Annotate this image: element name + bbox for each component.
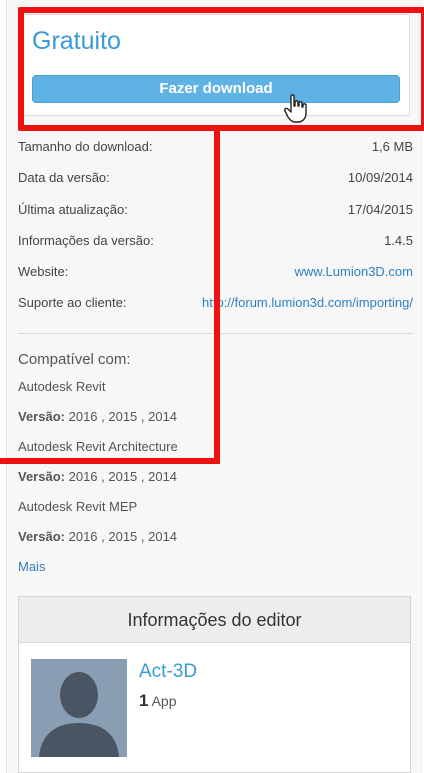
pricing-card: Gratuito Fazer download (20, 14, 410, 116)
version-list: 2016 , 2015 , 2014 (68, 469, 178, 484)
compat-product-versions: Versão: 2016 , 2015 , 2014 (18, 469, 177, 484)
detail-label: Data da versão: (18, 170, 110, 185)
detail-row-support: Suporte ao cliente: http://forum.lumion3… (18, 295, 413, 315)
version-label: Versão: (18, 409, 65, 424)
detail-row-version-date: Data da versão: 10/09/2014 (18, 170, 413, 190)
website-link[interactable]: www.Lumion3D.com (295, 264, 414, 279)
more-link[interactable]: Mais (18, 559, 45, 574)
compatibility-title: Compatível com: (18, 351, 131, 368)
detail-row-version-info: Informações da versão: 1.4.5 (18, 233, 413, 253)
editor-avatar[interactable] (31, 659, 127, 757)
detail-label: Última atualização: (18, 202, 128, 217)
support-link[interactable]: http://forum.lumion3d.com/importing/ (202, 295, 413, 310)
detail-row-last-update: Última atualização: 17/04/2015 (18, 202, 413, 222)
price-label: Gratuito (32, 27, 121, 55)
version-label: Versão: (18, 469, 65, 484)
compat-product-name: Autodesk Revit (18, 379, 106, 394)
detail-label: Website: (18, 264, 69, 279)
compat-product-name: Autodesk Revit Architecture (18, 439, 178, 454)
download-button[interactable]: Fazer download (32, 75, 400, 103)
detail-value: 10/09/2014 (347, 170, 413, 185)
editor-name-link[interactable]: Act-3D (139, 661, 197, 683)
detail-label: Suporte ao cliente: (18, 295, 127, 310)
detail-value: 17/04/2015 (347, 202, 413, 217)
divider (18, 333, 413, 334)
detail-row-download-size: Tamanho do download: 1,6 MB (18, 139, 413, 159)
editor-heading: Informações do editor (19, 597, 410, 643)
compat-product-versions: Versão: 2016 , 2015 , 2014 (18, 409, 177, 424)
compat-product-versions: Versão: 2016 , 2015 , 2014 (18, 529, 177, 544)
app-count-label: App (151, 693, 177, 709)
user-silhouette-icon (31, 659, 127, 757)
detail-value: 1.4.5 (384, 233, 413, 248)
version-list: 2016 , 2015 , 2014 (68, 529, 178, 544)
hand-pointer-cursor-icon (284, 94, 307, 123)
app-count-number: 1 (139, 691, 149, 710)
detail-label: Informações da versão: (18, 233, 154, 248)
compat-product-name: Autodesk Revit MEP (18, 499, 138, 514)
editor-app-count: 1 App (139, 691, 177, 711)
version-label: Versão: (18, 529, 65, 544)
version-list: 2016 , 2015 , 2014 (68, 409, 178, 424)
editor-info-box: Informações do editor Act-3D 1 App (18, 596, 411, 773)
detail-row-website: Website: www.Lumion3D.com (18, 264, 413, 284)
detail-value: 1,6 MB (371, 139, 413, 154)
detail-label: Tamanho do download: (18, 139, 153, 154)
